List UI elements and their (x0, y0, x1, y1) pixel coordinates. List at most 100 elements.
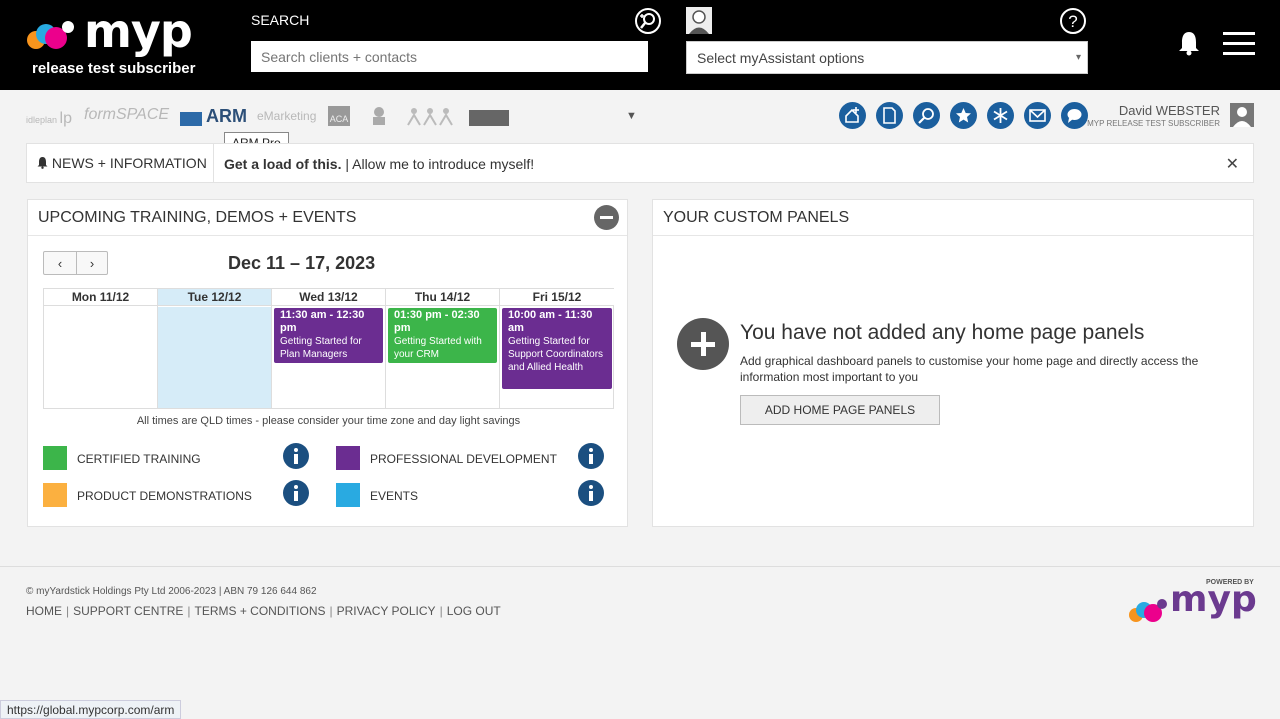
training-panel: UPCOMING TRAINING, DEMOS + EVENTS ‹ › De… (27, 199, 628, 527)
home-plus-icon (845, 107, 859, 123)
svg-text:?: ? (1068, 12, 1077, 31)
help-icon[interactable]: ? (1059, 7, 1087, 35)
copyright: © myYardstick Holdings Pty Ltd 2006-2023… (26, 586, 317, 597)
search-input[interactable] (251, 41, 648, 72)
custom-panels-title: YOUR CUSTOM PANELS (653, 200, 1253, 236)
myp-logo[interactable]: myp release test subscriber (26, 4, 216, 80)
day-header: Wed 13/12 (272, 289, 385, 306)
day-header: Thu 14/12 (386, 289, 499, 306)
product-arm[interactable]: ARM (180, 106, 247, 127)
person-logo-icon[interactable] (370, 106, 388, 126)
empty-state-description: Add graphical dashboard panels to custom… (740, 354, 1199, 384)
calendar-nav: ‹ › (43, 251, 108, 275)
arm-logo-icon (180, 111, 202, 126)
calendar-day: Thu 14/12 01:30 pm - 02:30 pm Getting St… (386, 289, 500, 408)
chat-button[interactable] (1061, 102, 1088, 129)
subscriber-name: release test subscriber (32, 60, 196, 77)
custom-panels: YOUR CUSTOM PANELS You have not added an… (652, 199, 1254, 527)
info-icon[interactable] (283, 480, 309, 506)
assistant-avatar-icon[interactable] (686, 7, 712, 34)
footer-myp-logo: myp (1128, 579, 1257, 627)
calendar-day: Wed 13/12 11:30 am - 12:30 pm Getting St… (272, 289, 386, 408)
footer-link-privacy[interactable]: PRIVACY POLICY (337, 604, 436, 618)
calendar-day: Tue 12/12 (158, 289, 272, 408)
footer-link-support[interactable]: SUPPORT CENTRE (73, 604, 183, 618)
info-icon[interactable] (283, 443, 309, 469)
calendar-grid: Mon 11/12 Tue 12/12 Wed 13/12 11:30 am -… (43, 288, 614, 409)
star-icon (956, 108, 971, 123)
product-aca[interactable]: ACA (328, 106, 350, 126)
people-logo-icon[interactable] (405, 106, 455, 126)
legend-label: CERTIFIED TRAINING (77, 452, 201, 466)
add-home-page-panels-button[interactable]: ADD HOME PAGE PANELS (740, 395, 940, 425)
product-formspace[interactable]: formSPACE (84, 106, 169, 124)
footer-link-logout[interactable]: LOG OUT (447, 604, 501, 618)
close-icon[interactable]: ✕ (1226, 154, 1239, 174)
footer-divider (0, 566, 1280, 567)
document-button[interactable] (876, 102, 903, 129)
calendar-range: Dec 11 – 17, 2023 (228, 253, 376, 273)
calendar-prev-button[interactable]: ‹ (45, 254, 75, 274)
calendar-event[interactable]: 10:00 am - 11:30 am Getting Started for … (502, 308, 612, 389)
notification-bell-icon[interactable] (1178, 30, 1200, 56)
calendar-event[interactable]: 01:30 pm - 02:30 pm Getting Started with… (388, 308, 497, 363)
info-icon[interactable] (578, 443, 604, 469)
product-ideplan[interactable]: idleplan lp (26, 110, 72, 128)
legend-label: EVENTS (370, 489, 419, 503)
today-highlight (158, 307, 271, 408)
legend-swatch (336, 483, 360, 507)
advanced-search-icon[interactable] (634, 7, 662, 35)
footer-link-home[interactable]: HOME (26, 604, 62, 618)
user-name[interactable]: David WEBSTER (1119, 103, 1220, 118)
news-bar: NEWS + INFORMATION Get a load of this. |… (26, 143, 1254, 183)
assistant-select-value: Select myAssistant options (697, 50, 865, 66)
user-subscriber: MYP RELEASE TEST SUBSCRIBER (1087, 119, 1220, 128)
product-more-icon[interactable]: ▼ (626, 110, 637, 122)
info-icon[interactable] (578, 480, 604, 506)
day-header: Tue 12/12 (158, 289, 271, 306)
top-bar: myp release test subscriber SEARCH ? Sel… (0, 0, 1280, 90)
add-home-button[interactable] (839, 102, 866, 129)
search-plus-button[interactable] (913, 102, 940, 129)
mail-button[interactable] (1024, 102, 1051, 129)
footer-logo-text: myp (1170, 579, 1257, 620)
search-label: SEARCH (251, 12, 310, 28)
legend-swatch (43, 446, 67, 470)
product-emarketing[interactable]: eMarketing (257, 109, 316, 123)
logo-text: myp (84, 4, 193, 58)
calendar-day: Fri 15/12 10:00 am - 11:30 am Getting St… (500, 289, 614, 408)
footer-links: HOME | SUPPORT CENTRE | TERMS + CONDITIONS | P… (26, 604, 501, 618)
calendar-day: Mon 11/12 (44, 289, 158, 408)
day-header: Mon 11/12 (44, 289, 157, 306)
hamburger-menu-icon[interactable] (1223, 32, 1255, 56)
footer-link-terms[interactable]: TERMS + CONDITIONS (195, 604, 326, 618)
legend-label: PROFESSIONAL DEVELOPMENT (370, 452, 557, 466)
chat-icon (1067, 109, 1082, 123)
news-message[interactable]: Get a load of this. | Allow me to introd… (224, 156, 534, 172)
collapse-panel-button[interactable] (594, 205, 619, 230)
logo-blobs-icon (27, 21, 74, 49)
bell-icon (37, 157, 48, 169)
chevron-down-icon: ▾ (1075, 52, 1081, 63)
document-icon (883, 107, 896, 124)
mail-icon (1029, 109, 1046, 122)
day-header: Fri 15/12 (500, 289, 614, 306)
legend-swatch (43, 483, 67, 507)
settings-button[interactable] (987, 102, 1014, 129)
status-url: https://global.mypcorp.com/arm (0, 700, 182, 719)
legend-label: PRODUCT DEMONSTRATIONS (77, 489, 252, 503)
calendar-next-button[interactable]: › (77, 254, 107, 274)
legend-swatch (336, 446, 360, 470)
footer-logo-blobs-icon (1129, 599, 1167, 622)
user-avatar-icon[interactable] (1230, 103, 1254, 127)
news-label: NEWS + INFORMATION (37, 155, 207, 171)
search-plus-icon (918, 108, 934, 124)
calendar-event[interactable]: 11:30 am - 12:30 pm Getting Started for … (274, 308, 383, 363)
snowflake-icon (993, 108, 1008, 123)
assistant-select[interactable]: Select myAssistant options ▾ (686, 41, 1088, 74)
favourites-button[interactable] (950, 102, 977, 129)
training-panel-title: UPCOMING TRAINING, DEMOS + EVENTS (28, 200, 627, 236)
timezone-note: All times are QLD times - please conside… (136, 415, 521, 427)
dark-badge-logo[interactable] (469, 110, 509, 126)
add-panel-plus-icon[interactable] (677, 318, 729, 370)
